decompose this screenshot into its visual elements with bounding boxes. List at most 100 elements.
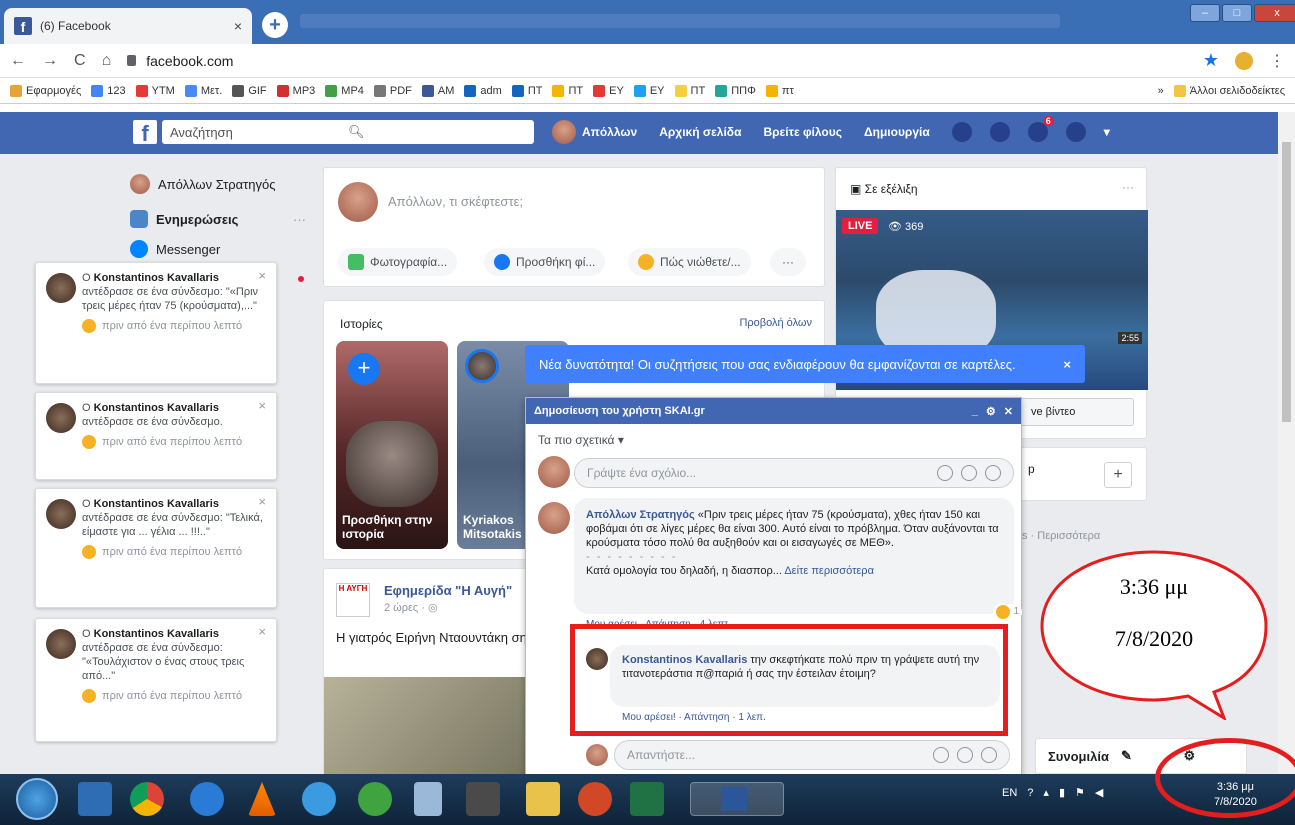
comment1-reactions[interactable]: 1 (993, 604, 1022, 620)
home-icon[interactable]: ⌂ (102, 52, 112, 70)
reply-gif-icon[interactable] (957, 747, 973, 763)
minimize-button[interactable]: – (1190, 4, 1220, 22)
bookmark-item[interactable]: 123 (91, 84, 126, 97)
messenger-icon[interactable] (989, 122, 1010, 142)
bookmark-item[interactable]: ΕΥ (633, 84, 665, 97)
notification-close-icon[interactable]: × (258, 269, 266, 283)
popup-settings-icon[interactable]: ⚙ (986, 405, 996, 418)
excel-taskbar-icon[interactable] (630, 782, 664, 816)
bookmark-item[interactable]: ΕΥ (593, 84, 624, 97)
new-tab-button[interactable]: + (262, 12, 288, 38)
bookmark-star-icon[interactable]: ★ (1203, 50, 1219, 71)
reply-input[interactable]: Απαντήστε... (614, 740, 1010, 770)
comment1-author[interactable]: Απόλλων Στρατηγός (586, 509, 695, 521)
notification-close-icon[interactable]: × (258, 399, 266, 413)
bookmark-item[interactable]: GIF (232, 84, 267, 97)
back-icon[interactable]: ← (10, 52, 26, 70)
emoji-icon[interactable] (937, 465, 953, 481)
left-messenger[interactable]: Messenger (130, 240, 220, 258)
page-scrollbar[interactable] (1278, 112, 1295, 774)
left-profile-link[interactable]: Απόλλων Στρατηγός (130, 174, 276, 194)
minimize-popup-icon[interactable]: _ (972, 405, 978, 417)
bookmarks-more-icon[interactable]: » (1158, 85, 1164, 97)
comments-popup-title[interactable]: Δημοσίευση του χρήστη SKAI.gr (534, 405, 964, 417)
bookmark-item[interactable]: AM (421, 84, 454, 97)
bookmark-item[interactable]: MP3 (276, 84, 315, 97)
composer-feeling-button[interactable]: Πώς νιώθετε/... (628, 248, 751, 276)
bookmark-item[interactable]: ΠΠΦ (715, 84, 756, 97)
footer-more-link[interactable]: s · Περισσότερα (1022, 530, 1100, 542)
bookmark-item[interactable]: adm (464, 84, 502, 97)
app2-taskbar-icon[interactable] (358, 782, 392, 816)
hp-taskbar-icon[interactable] (466, 782, 500, 816)
bookmark-item[interactable]: PDF (373, 84, 412, 97)
reply-emoji-icon[interactable] (933, 747, 949, 763)
tray-expand-icon[interactable]: ▴ (1043, 786, 1049, 799)
bookmark-item[interactable]: MP4 (325, 84, 364, 97)
story-add[interactable]: + Προσθήκη στην ιστορία (336, 341, 448, 549)
write-comment-input[interactable]: Γράψτε ένα σχόλιο... (574, 458, 1014, 488)
bookmark-item[interactable]: Εφαρμογές (10, 84, 81, 97)
close-window-button[interactable]: x (1254, 4, 1295, 22)
feature-tip-close-icon[interactable]: × (1063, 357, 1071, 372)
page-logo[interactable]: Η ΑΥΓΗ (336, 583, 370, 617)
file-manager-taskbar-icon[interactable] (78, 782, 112, 816)
notifications-bell-icon[interactable]: 6 (1027, 116, 1054, 142)
bookmark-item[interactable]: ΠΤ (511, 84, 542, 97)
forward-icon[interactable]: → (42, 52, 58, 70)
right-card-plus-button[interactable]: + (1104, 462, 1132, 488)
notification-toast[interactable]: × Ο Konstantinos Kavallaris αντέδρασε σε … (35, 488, 277, 608)
reply-sticker-icon[interactable] (981, 747, 997, 763)
bookmark-item[interactable]: πτ (765, 84, 794, 97)
start-button[interactable] (16, 778, 58, 820)
live-more-icon[interactable]: ··· (1122, 180, 1134, 194)
notification-toast[interactable]: × Ο Konstantinos Kavallaris αντέδρασε σε … (35, 618, 277, 742)
scrollbar-thumb[interactable] (1282, 142, 1291, 422)
composer-photo-button[interactable]: Φωτογραφία... (338, 248, 458, 276)
volume-tray-icon[interactable]: ◀ (1095, 786, 1103, 799)
browser-taskbar-icon[interactable] (190, 782, 224, 816)
composer-more-button[interactable]: ··· (770, 248, 806, 276)
bookmark-item[interactable]: ΠΤ (674, 84, 705, 97)
bookmark-item[interactable]: ΠΤ (552, 84, 583, 97)
sticker-icon[interactable] (985, 465, 1001, 481)
url-field[interactable]: facebook.com (127, 53, 1187, 69)
app-taskbar-icon[interactable] (302, 782, 336, 816)
bookmark-item[interactable]: Μετ. (184, 84, 222, 97)
flag-tray-icon[interactable]: ⚑ (1075, 786, 1085, 799)
search-icon[interactable]: 🔍︎ (348, 124, 526, 140)
bookmark-item[interactable]: YTM (135, 84, 175, 97)
help-icon[interactable] (1065, 122, 1086, 142)
gif-icon[interactable] (961, 465, 977, 481)
friend-requests-icon[interactable] (951, 122, 972, 142)
nav-home[interactable]: Αρχική σελίδα (659, 125, 741, 139)
post-page-name[interactable]: Εφημερίδα "Η Αυγή" (384, 583, 512, 598)
composer-tag-friends-button[interactable]: Προσθήκη φί... (484, 248, 606, 276)
folder-taskbar-icon[interactable] (526, 782, 560, 816)
close-popup-icon[interactable]: ✕ (1004, 405, 1013, 418)
help-tray-icon[interactable]: ? (1027, 787, 1033, 799)
notification-close-icon[interactable]: × (258, 495, 266, 509)
browser-tab[interactable]: f (6) Facebook × (4, 8, 252, 44)
comment1-avatar[interactable] (538, 502, 570, 534)
news-feed-more-icon[interactable]: ··· (293, 212, 306, 227)
facebook-logo-icon[interactable]: f (133, 120, 157, 144)
account-menu-chevron-icon[interactable]: ▾ (1104, 125, 1110, 139)
notification-close-icon[interactable]: × (258, 625, 266, 639)
composer-placeholder[interactable]: Απόλλων, τι σκέφτεστε; (388, 194, 523, 209)
tab-close-icon[interactable]: × (234, 18, 242, 34)
browser-menu-icon[interactable]: ⋮ (1269, 51, 1285, 71)
left-news-feed[interactable]: Ενημερώσεις ··· (130, 210, 306, 228)
nav-profile[interactable]: Απόλλων (552, 120, 637, 144)
see-more-link[interactable]: Δείτε περισσότερα (784, 565, 874, 577)
chrome-taskbar-icon[interactable] (130, 782, 164, 816)
maximize-button[interactable]: □ (1222, 4, 1252, 22)
word-taskbar-button[interactable] (690, 782, 784, 816)
nav-create[interactable]: Δημιουργία (864, 125, 930, 139)
sort-dropdown[interactable]: Τα πιο σχετικά ▾ (538, 433, 624, 447)
facebook-search-input[interactable]: Αναζήτηση 🔍︎ (162, 120, 534, 144)
reload-icon[interactable]: C (74, 52, 86, 70)
network-tray-icon[interactable]: ▮ (1059, 786, 1065, 799)
stories-view-all[interactable]: Προβολή όλων (739, 317, 812, 329)
calculator-taskbar-icon[interactable] (414, 782, 442, 816)
